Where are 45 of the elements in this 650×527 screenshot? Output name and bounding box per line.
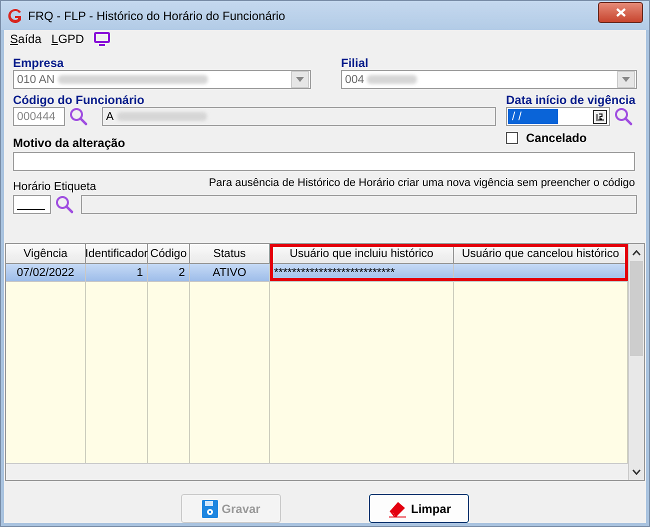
schedule-name-field[interactable]	[80, 195, 637, 214]
search-icon[interactable]	[54, 195, 74, 214]
dropdown-arrow-icon	[296, 77, 304, 82]
reason-field[interactable]	[13, 152, 635, 171]
table-cell: 07/02/2022	[6, 264, 86, 282]
date-field[interactable]: / /	[506, 107, 610, 126]
field-label: Motivo da alteração	[13, 135, 126, 150]
company-dropdown[interactable]: 010 AN	[13, 70, 311, 89]
underline-mark	[17, 209, 45, 210]
eraser-icon	[386, 500, 407, 518]
blurred-text	[367, 75, 418, 84]
window-title: FRQ - FLP - Histórico do Horário do Funcionário	[28, 8, 286, 22]
calendar-icon[interactable]	[593, 110, 607, 124]
field-label: Horário Etiqueta	[13, 181, 96, 193]
column-header[interactable]: Identificador	[86, 244, 148, 264]
field-label: Código do Funcionário	[13, 93, 146, 107]
horizontal-scrollbar[interactable]	[6, 463, 628, 480]
hint-text: Para ausência de Histórico de Horário criar uma nova vigência sem preencher o código	[208, 177, 635, 189]
scroll-up-icon[interactable]	[632, 250, 641, 256]
schedule-code-field[interactable]	[13, 195, 51, 214]
field-label: Filial	[341, 56, 370, 70]
employee-name-field[interactable]: A	[102, 107, 496, 126]
app-logo-icon	[7, 8, 23, 24]
search-icon[interactable]	[69, 107, 88, 126]
table-cell: 2	[148, 264, 190, 282]
dropdown-arrow-icon	[622, 77, 630, 82]
close-button[interactable]	[598, 2, 643, 23]
scrollbar-thumb[interactable]	[630, 261, 643, 356]
menu-item[interactable]: LGPD	[51, 32, 84, 46]
field-label: Empresa	[13, 56, 65, 70]
field-label: Data início de vigência	[506, 93, 636, 107]
column-header[interactable]: Código	[148, 244, 190, 264]
close-icon	[616, 8, 626, 17]
branch-dropdown[interactable]: 004	[341, 70, 637, 89]
scroll-down-icon[interactable]	[632, 468, 641, 474]
column-header[interactable]: Status	[190, 244, 270, 264]
table-cell: 1	[86, 264, 148, 282]
cancelled-checkbox[interactable]: Cancelado	[506, 131, 587, 145]
clear-button[interactable]: Limpar	[369, 494, 469, 523]
table-cell: ATIVO	[190, 264, 270, 282]
monitor-icon[interactable]	[94, 32, 110, 46]
column-header[interactable]: Vigência	[6, 244, 86, 264]
search-icon[interactable]	[614, 107, 633, 126]
employee-code-field[interactable]: 000444	[13, 107, 65, 126]
menu-item[interactable]: Saída	[10, 32, 42, 46]
